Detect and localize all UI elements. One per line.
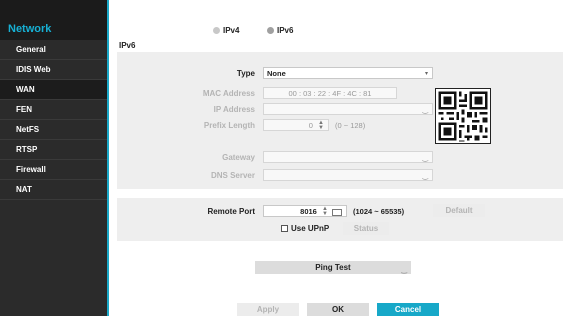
main-panel: IPv4 IPv6 IPv6 Type None ▾ MAC Address 0… — [109, 0, 563, 316]
stepper-icon[interactable]: ▲ ▼ — [322, 206, 328, 217]
ipv6-settings-panel: Type None ▾ MAC Address 00 : 03 : 22 : 4… — [117, 52, 563, 189]
qr-code-icon — [435, 88, 491, 144]
sidebar-item-fen[interactable]: FEN — [0, 100, 107, 120]
sidebar-item-firewall[interactable]: Firewall — [0, 160, 107, 180]
type-dropdown[interactable]: None ▾ — [263, 67, 433, 79]
sidebar-item-general[interactable]: General — [0, 40, 107, 60]
stepper-icon[interactable]: ▲ ▼ — [318, 120, 324, 131]
status-button[interactable]: Status — [343, 222, 389, 235]
prefix-length-spinbox[interactable]: 0 ▲ ▼ — [263, 119, 329, 131]
remote-port-value: 8016 — [300, 207, 317, 216]
default-button[interactable]: Default — [433, 204, 485, 217]
mac-address-label: MAC Address — [202, 89, 255, 98]
apply-button[interactable]: Apply — [237, 303, 299, 316]
radio-dot-selected-icon — [267, 27, 274, 34]
sidebar-item-rtsp[interactable]: RTSP — [0, 140, 107, 160]
ip-address-field[interactable]: ‿ — [263, 103, 433, 115]
expand-caret-icon: ‿ — [422, 155, 428, 162]
prefix-length-label: Prefix Length — [203, 121, 255, 130]
sidebar-item-nat[interactable]: NAT — [0, 180, 107, 200]
port-settings-panel: Remote Port 8016 ▲ ▼ (1024 ~ 65535) Defau… — [117, 198, 563, 241]
use-upnp-checkbox[interactable]: Use UPnP — [281, 224, 329, 233]
checkbox-icon — [281, 225, 288, 232]
dns-server-field[interactable]: ‿ — [263, 169, 433, 181]
sidebar-item-idis-web[interactable]: IDIS Web — [0, 60, 107, 80]
keyboard-icon[interactable] — [332, 208, 342, 216]
remote-port-label: Remote Port — [207, 207, 255, 216]
use-upnp-label: Use UPnP — [291, 224, 330, 233]
sidebar: Network General IDIS Web WAN FEN NetFS R… — [0, 0, 109, 316]
ipv6-label: IPv6 — [277, 26, 294, 35]
sidebar-item-netfs[interactable]: NetFS — [0, 120, 107, 140]
cancel-button[interactable]: Cancel — [377, 303, 439, 316]
ok-button[interactable]: OK — [307, 303, 369, 316]
expand-caret-icon: ‿ — [422, 107, 428, 114]
gateway-label: Gateway — [222, 153, 255, 162]
ping-test-button[interactable]: Ping Test ‿ — [255, 261, 411, 274]
sidebar-title: Network — [0, 0, 107, 40]
radio-dot-icon — [213, 27, 220, 34]
ipv4-radio[interactable]: IPv4 — [213, 26, 239, 35]
dns-server-label: DNS Server — [210, 171, 255, 180]
expand-caret-icon: ‿ — [422, 173, 428, 180]
section-title: IPv6 — [119, 41, 136, 50]
type-label: Type — [236, 69, 255, 78]
mac-address-field: 00 : 03 : 22 : 4F : 4C : 81 — [263, 87, 397, 99]
expand-caret-icon: ‿ — [401, 267, 407, 274]
ping-test-label: Ping Test — [315, 263, 351, 272]
sidebar-item-wan[interactable]: WAN — [0, 80, 107, 100]
ipv4-label: IPv4 — [223, 26, 240, 35]
gateway-field[interactable]: ‿ — [263, 151, 433, 163]
ipv6-radio[interactable]: IPv6 — [267, 26, 293, 35]
prefix-length-value: 0 — [308, 121, 313, 130]
type-value: None — [267, 69, 286, 78]
remote-port-range: (1024 ~ 65535) — [353, 207, 405, 216]
ip-address-label: IP Address — [213, 105, 255, 114]
remote-port-spinbox[interactable]: 8016 ▲ ▼ — [263, 205, 347, 217]
chevron-down-icon: ▾ — [424, 71, 428, 77]
prefix-range: (0 ~ 128) — [335, 121, 366, 130]
